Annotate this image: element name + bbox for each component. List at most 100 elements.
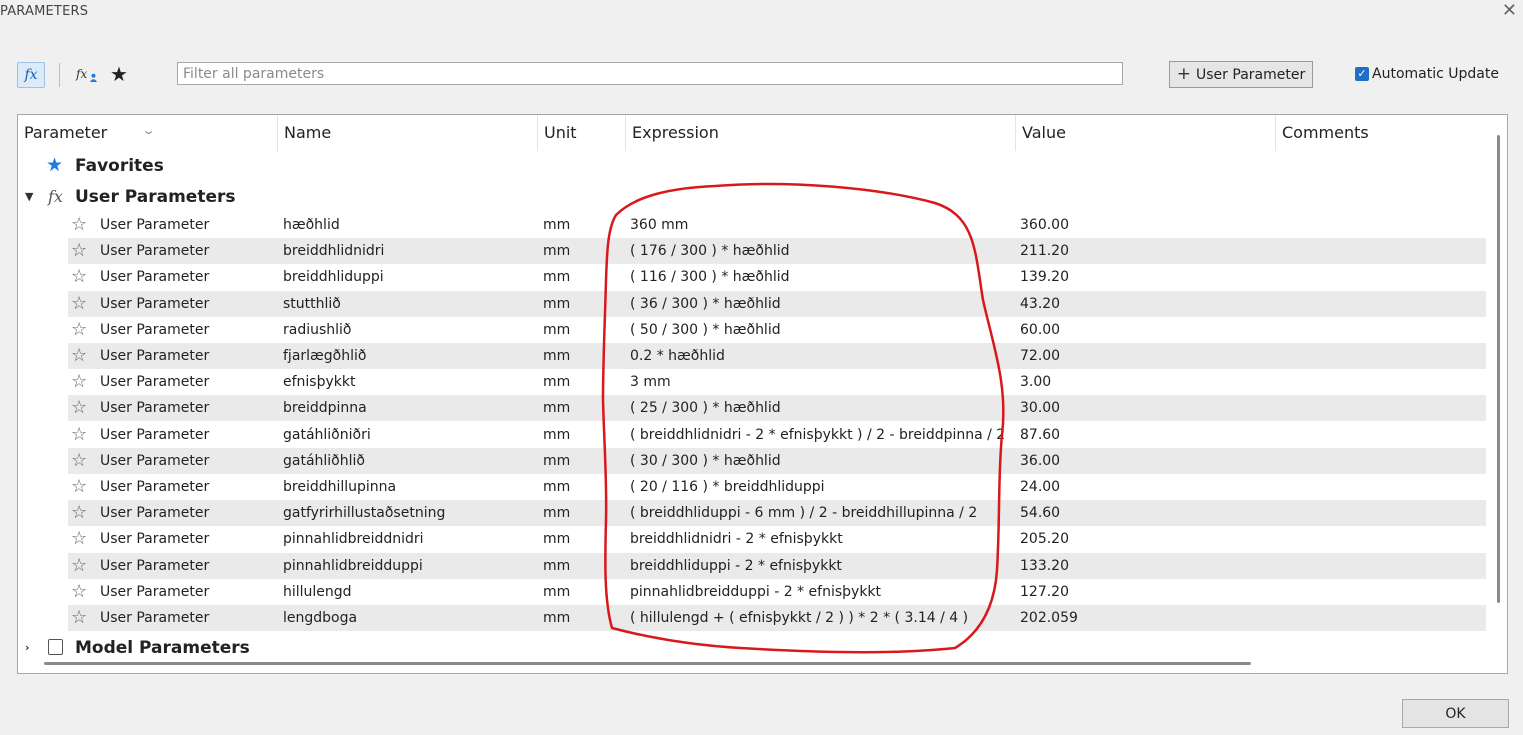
favorite-star-icon[interactable]: ☆ bbox=[71, 345, 87, 367]
name-cell[interactable]: lengdboga bbox=[283, 605, 357, 631]
favorite-star-icon[interactable]: ☆ bbox=[71, 450, 87, 472]
name-cell[interactable]: breiddhliduppi bbox=[283, 264, 384, 290]
favorite-star-icon[interactable]: ☆ bbox=[71, 240, 87, 262]
parameter-cell: User Parameter bbox=[100, 400, 210, 417]
ok-button[interactable]: OK bbox=[1402, 699, 1509, 728]
expression-cell[interactable]: 360 mm bbox=[630, 212, 688, 238]
column-header-parameter[interactable]: Parameter ⌄ bbox=[18, 115, 278, 151]
favorite-star-icon[interactable]: ☆ bbox=[71, 581, 87, 603]
expression-cell[interactable]: breiddhliduppi - 2 * efnisþykkt bbox=[630, 553, 842, 579]
expression-cell[interactable]: ( breiddhliduppi - 6 mm ) / 2 - breiddhi… bbox=[630, 500, 977, 526]
favorite-star-icon[interactable]: ☆ bbox=[71, 476, 87, 498]
unit-cell: mm bbox=[543, 348, 571, 364]
favorites-filter-star-icon[interactable]: ★ bbox=[110, 62, 128, 86]
chevron-right-icon[interactable]: › bbox=[25, 641, 30, 654]
favorite-star-icon[interactable]: ☆ bbox=[71, 371, 87, 393]
table-row[interactable]: ☆ User Parameter gatáhliðhlið mm ( 30 / 300 … bbox=[68, 447, 1486, 474]
name-cell[interactable]: pinnahlidbreiddnidri bbox=[283, 526, 424, 552]
column-header-comments[interactable]: Comments bbox=[1276, 115, 1486, 151]
value-cell: 202.059 bbox=[1020, 610, 1078, 626]
column-header-value[interactable]: Value bbox=[1016, 115, 1276, 151]
favorite-star-icon[interactable]: ☆ bbox=[71, 293, 87, 315]
favorite-star-icon[interactable]: ☆ bbox=[71, 502, 87, 524]
horizontal-scrollbar[interactable] bbox=[44, 662, 1251, 665]
favorite-star-icon[interactable]: ☆ bbox=[71, 555, 87, 577]
parameter-cell: User Parameter bbox=[100, 217, 210, 233]
expression-cell[interactable]: ( 116 / 300 ) * hæðhlid bbox=[630, 264, 790, 290]
table-row[interactable]: ☆ User Parameter efnisþykkt mm 3 mm 3.00 bbox=[68, 369, 1486, 395]
unit-cell: mm bbox=[543, 243, 571, 260]
table-row[interactable]: ☆ User Parameter gatáhliðniðri mm ( breiddhl… bbox=[68, 422, 1486, 448]
chevron-down-icon[interactable]: ▼ bbox=[25, 190, 33, 203]
model-parameters-section[interactable]: › Model Parameters bbox=[18, 633, 1486, 663]
name-cell[interactable]: efnisþykkt bbox=[283, 369, 355, 395]
automatic-update-toggle[interactable]: ✓ Automatic Update bbox=[1355, 66, 1499, 82]
table-row[interactable]: ☆ User Parameter breiddhliduppi mm ( 116 / 3… bbox=[68, 264, 1486, 290]
table-row[interactable]: ☆ User Parameter pinnahlidbreidduppi mm brei… bbox=[68, 552, 1486, 579]
favorite-star-icon[interactable]: ☆ bbox=[71, 319, 87, 341]
expression-cell[interactable]: pinnahlidbreidduppi - 2 * efnisþykkt bbox=[630, 579, 881, 605]
value-cell: 54.60 bbox=[1020, 505, 1061, 522]
table-row[interactable]: ☆ User Parameter pinnahlidbreiddnidri mm bre… bbox=[68, 526, 1486, 552]
favorites-star-icon: ★ bbox=[46, 154, 64, 176]
favorite-star-icon[interactable]: ☆ bbox=[71, 266, 87, 288]
column-header-unit[interactable]: Unit bbox=[538, 115, 626, 151]
plus-icon: + bbox=[1176, 64, 1192, 84]
favorite-star-icon[interactable]: ☆ bbox=[71, 214, 87, 236]
favorite-star-icon[interactable]: ☆ bbox=[71, 397, 87, 419]
fx-all-parameters-icon[interactable]: fx bbox=[17, 62, 45, 88]
table-row[interactable]: ☆ User Parameter lengdboga mm ( hillulengd +… bbox=[68, 605, 1486, 631]
name-cell[interactable]: gatáhliðniðri bbox=[283, 422, 371, 448]
name-cell[interactable]: radiushlið bbox=[283, 317, 352, 343]
expression-cell[interactable]: 3 mm bbox=[630, 369, 671, 395]
favorite-star-icon[interactable]: ☆ bbox=[71, 607, 87, 629]
column-header-name[interactable]: Name bbox=[278, 115, 538, 151]
name-cell[interactable]: pinnahlidbreidduppi bbox=[283, 553, 423, 579]
name-cell[interactable]: gatfyrirhillustaðsetning bbox=[283, 500, 445, 526]
value-cell: 127.20 bbox=[1020, 583, 1069, 600]
close-icon[interactable]: ✕ bbox=[1502, 2, 1517, 20]
favorite-star-icon[interactable]: ☆ bbox=[71, 528, 87, 550]
expression-cell[interactable]: breiddhlidnidri - 2 * efnisþykkt bbox=[630, 526, 843, 552]
toolbar-divider bbox=[59, 63, 60, 87]
expression-cell[interactable]: ( breiddhlidnidri - 2 * efnisþykkt ) / 2… bbox=[630, 422, 1005, 448]
unit-cell: mm bbox=[543, 426, 571, 443]
name-cell[interactable]: gatáhliðhlið bbox=[283, 448, 365, 474]
table-row[interactable]: ☆ User Parameter stutthlið mm ( 36 / 300 ) *… bbox=[68, 290, 1486, 317]
filter-input[interactable] bbox=[177, 62, 1123, 85]
table-row[interactable]: ☆ User Parameter hæðhlid mm 360 mm 360.00 bbox=[68, 212, 1486, 238]
automatic-update-label: Automatic Update bbox=[1372, 66, 1499, 82]
expression-cell[interactable]: 0.2 * hæðhlid bbox=[630, 343, 725, 369]
vertical-scrollbar[interactable] bbox=[1497, 135, 1500, 603]
add-user-parameter-button[interactable]: + User Parameter bbox=[1169, 61, 1313, 88]
automatic-update-checkbox[interactable]: ✓ bbox=[1355, 67, 1369, 81]
expression-cell[interactable]: ( 20 / 116 ) * breiddhliduppi bbox=[630, 474, 825, 500]
name-cell[interactable]: hæðhlid bbox=[283, 212, 340, 238]
name-cell[interactable]: fjarlægðhlið bbox=[283, 343, 366, 369]
column-header-expression[interactable]: Expression bbox=[626, 115, 1016, 151]
favorite-star-icon[interactable]: ☆ bbox=[71, 424, 87, 446]
expression-cell[interactable]: ( 36 / 300 ) * hæðhlid bbox=[630, 291, 781, 317]
expression-cell[interactable]: ( 25 / 300 ) * hæðhlid bbox=[630, 395, 781, 421]
name-cell[interactable]: breiddhlidnidri bbox=[283, 238, 384, 264]
expression-cell[interactable]: ( 50 / 300 ) * hæðhlid bbox=[630, 317, 781, 343]
table-row[interactable]: ☆ User Parameter breiddpinna mm ( 25 / 300 )… bbox=[68, 395, 1486, 422]
fx-user-parameters-icon[interactable]: fx bbox=[76, 62, 100, 86]
table-row[interactable]: ☆ User Parameter breiddhillupinna mm ( 20 / … bbox=[68, 474, 1486, 500]
user-parameters-section[interactable]: ▼ fx User Parameters bbox=[18, 182, 1486, 212]
table-row[interactable]: ☆ User Parameter fjarlægðhlið mm 0.2 * hæðhl… bbox=[68, 343, 1486, 369]
table-row[interactable]: ☆ User Parameter breiddhlidnidri mm ( 176 / … bbox=[68, 238, 1486, 265]
expression-cell[interactable]: ( 30 / 300 ) * hæðhlid bbox=[630, 448, 781, 474]
name-cell[interactable]: breiddpinna bbox=[283, 395, 367, 421]
favorites-section[interactable]: ★ Favorites bbox=[18, 151, 1486, 181]
name-cell[interactable]: hillulengd bbox=[283, 579, 352, 605]
table-row[interactable]: ☆ User Parameter gatfyrirhillustaðsetning m… bbox=[68, 500, 1486, 527]
table-row[interactable]: ☆ User Parameter hillulengd mm pinnahlidbrei… bbox=[68, 579, 1486, 605]
name-cell[interactable]: stutthlið bbox=[283, 291, 341, 317]
expression-cell[interactable]: ( 176 / 300 ) * hæðhlid bbox=[630, 238, 790, 264]
name-cell[interactable]: breiddhillupinna bbox=[283, 474, 396, 500]
table-row[interactable]: ☆ User Parameter radiushlið mm ( 50 / 300 ) … bbox=[68, 317, 1486, 343]
column-header-label: Parameter bbox=[24, 123, 108, 142]
expression-cell[interactable]: ( hillulengd + ( efnisþykkt / 2 ) ) * 2 … bbox=[630, 605, 968, 631]
unit-cell: mm bbox=[543, 531, 571, 548]
